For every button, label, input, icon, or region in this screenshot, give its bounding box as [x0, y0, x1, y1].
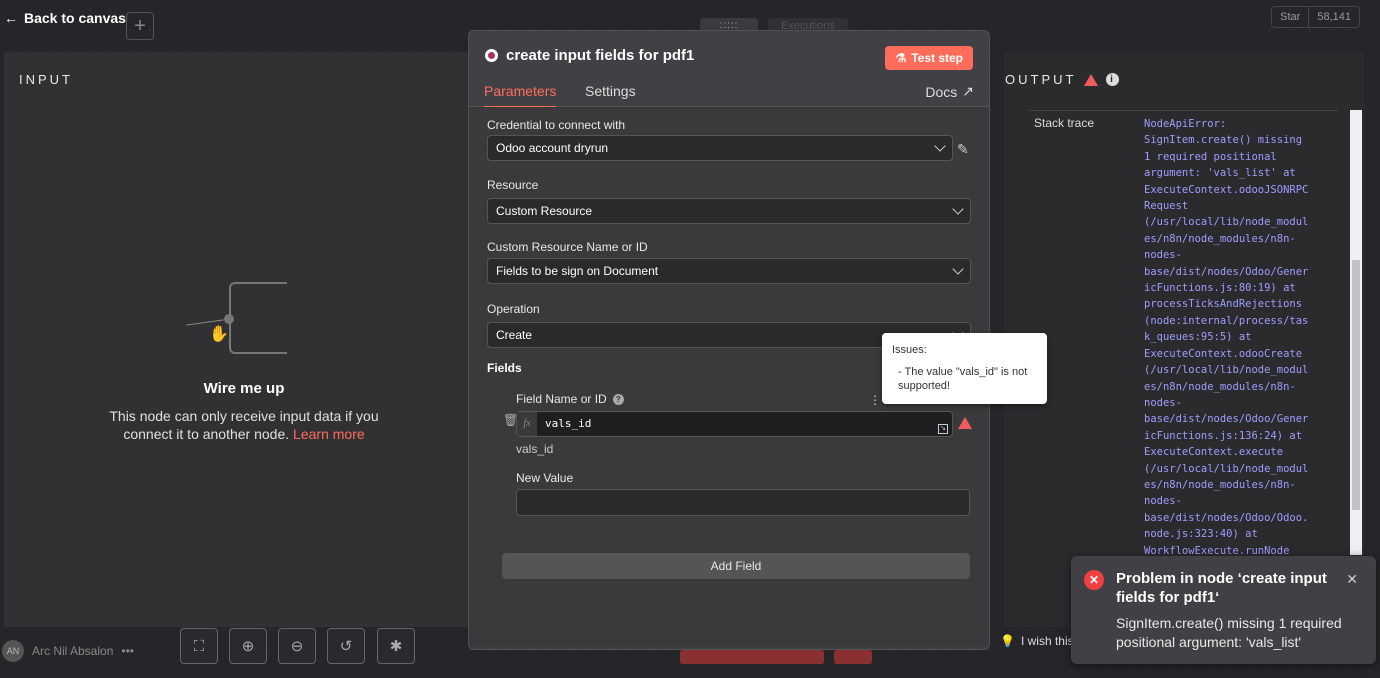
new-value-label: New Value [516, 471, 574, 485]
error-circle-icon: ✕ [1084, 570, 1104, 590]
issues-title: Issues: [892, 344, 927, 356]
github-star-label: Star [1272, 7, 1310, 27]
debug-button[interactable]: ✱ [377, 628, 415, 664]
operation-label: Operation [487, 302, 540, 316]
field-name-expression-input[interactable]: fx vals_id ↘ [516, 411, 953, 437]
docs-link[interactable]: Docs ↗ [925, 83, 974, 100]
node-title[interactable]: create input fields for pdf1 [506, 47, 694, 64]
info-icon[interactable]: i [1106, 73, 1120, 86]
field-name-preview: vals_id [516, 442, 554, 456]
resource-value: Custom Resource [496, 204, 593, 218]
wish-text: I wish this [1020, 634, 1074, 648]
tab-settings[interactable]: Settings [585, 83, 636, 99]
chevron-down-icon [952, 263, 964, 275]
fit-view-button[interactable]: ⛶ [180, 628, 218, 664]
arrow-left-icon: ← [4, 10, 18, 26]
input-panel: INPUT ✋ Wire me up This node can only re… [4, 52, 470, 627]
field-name-label: Field Name or ID [516, 392, 607, 406]
input-panel-title: INPUT [19, 72, 73, 87]
node-settings-modal: create input fields for pdf1 ⚗ Test step… [468, 30, 1047, 650]
fit-view-icon: ⛶ [193, 637, 205, 655]
operation-value: Create [496, 328, 533, 342]
resource-label: Resource [487, 178, 539, 192]
toast-title: Problem in node ‘create input fields for… [1116, 570, 1327, 606]
bug-icon: ✱ [389, 638, 403, 655]
field-name-expression-value: vals_id [545, 417, 592, 430]
output-panel-header: OUTPUT i [1005, 72, 1120, 87]
expand-icon[interactable]: ↘ [938, 424, 948, 434]
fx-icon: fx [517, 412, 537, 436]
stack-trace-text: NodeApiError: SignItem.create() missing … [1144, 118, 1309, 556]
back-to-canvas-button[interactable]: ← Back to canvas [4, 10, 126, 26]
zoom-in-icon: ⊕ [241, 638, 255, 655]
docs-label: Docs [925, 83, 958, 100]
reset-zoom-button[interactable]: ↺ [327, 628, 365, 664]
stack-trace-label: Stack trace [1034, 116, 1095, 130]
node-status-icon [485, 49, 498, 62]
fields-label: Fields [487, 361, 522, 375]
wire-me-up-block: Wire me up This node can only receive in… [104, 282, 384, 443]
custom-resource-select[interactable]: Fields to be sign on Document [487, 258, 971, 284]
toast-message: SignItem.create() missing 1 required pos… [1116, 615, 1342, 650]
issues-tooltip: Issues: - The value "vals_id" is not sup… [882, 333, 1047, 404]
issues-message: - The value "vals_id" is not supported! [898, 366, 1028, 392]
learn-more-link[interactable]: Learn more [293, 426, 365, 442]
field-warning-icon[interactable] [958, 417, 972, 432]
avatar: AN [2, 640, 24, 662]
field-name-label-row: Field Name or ID ? [516, 392, 624, 406]
tab-parameters[interactable]: Parameters [484, 83, 557, 108]
pencil-icon[interactable]: ✎ [957, 141, 969, 158]
user-info[interactable]: AN Arc Nil Absalon ••• [2, 640, 134, 662]
close-icon[interactable]: ✕ [1346, 571, 1358, 588]
user-name: Arc Nil Absalon [32, 644, 114, 658]
test-step-label: Test step [911, 51, 963, 65]
credential-label: Credential to connect with [487, 118, 626, 132]
error-toast: ✕ Problem in node ‘create input fields f… [1071, 556, 1376, 664]
modal-tabs: Parameters Settings [469, 79, 989, 108]
resource-select[interactable]: Custom Resource [487, 198, 971, 224]
wire-me-up-text: This node can only receive input data if… [104, 407, 384, 443]
modal-header: create input fields for pdf1 [485, 47, 694, 64]
execute-workflow-button[interactable] [680, 650, 824, 664]
output-panel-title: OUTPUT [1005, 72, 1077, 87]
help-icon[interactable]: ? [612, 393, 624, 405]
chevron-down-icon [952, 203, 964, 215]
zoom-out-button[interactable]: ⊖ [278, 628, 316, 664]
add-field-button[interactable]: Add Field [502, 553, 970, 579]
lightbulb-icon: 💡 [1000, 634, 1015, 648]
add-node-button[interactable]: + [126, 12, 154, 40]
scrollbar-thumb[interactable] [1352, 260, 1360, 510]
external-link-icon: ↗ [962, 83, 974, 99]
new-value-input[interactable] [516, 489, 970, 516]
kebab-menu-icon[interactable]: ⋮ [869, 393, 881, 407]
credential-value: Odoo account dryrun [496, 141, 609, 155]
custom-resource-value: Fields to be sign on Document [496, 264, 659, 278]
user-more-icon[interactable]: ••• [121, 644, 134, 658]
output-scrollbar[interactable] [1350, 110, 1362, 555]
flask-icon: ⚗ [895, 51, 907, 65]
delete-execution-button[interactable] [834, 650, 872, 664]
back-to-canvas-label: Back to canvas [24, 10, 126, 26]
output-divider [1028, 110, 1338, 111]
credential-select[interactable]: Odoo account dryrun [487, 135, 953, 161]
parameters-body: Credential to connect with Odoo account … [469, 107, 1047, 647]
zoom-in-button[interactable]: ⊕ [229, 628, 267, 664]
wire-me-up-title: Wire me up [203, 380, 285, 397]
custom-resource-label: Custom Resource Name or ID [487, 240, 648, 254]
github-star-count: 58,141 [1317, 11, 1351, 23]
test-step-button[interactable]: ⚗ Test step [885, 46, 973, 70]
chevron-down-icon [934, 140, 946, 152]
undo-icon: ↺ [339, 638, 353, 655]
output-panel: OUTPUT i Stack trace NodeApiError: SignI… [1004, 52, 1364, 627]
zoom-out-icon: ⊖ [290, 638, 304, 655]
github-star-widget[interactable]: Star 58,141 [1271, 6, 1360, 28]
warning-icon [1084, 73, 1099, 86]
feedback-wish[interactable]: 💡 I wish this [1000, 634, 1074, 648]
